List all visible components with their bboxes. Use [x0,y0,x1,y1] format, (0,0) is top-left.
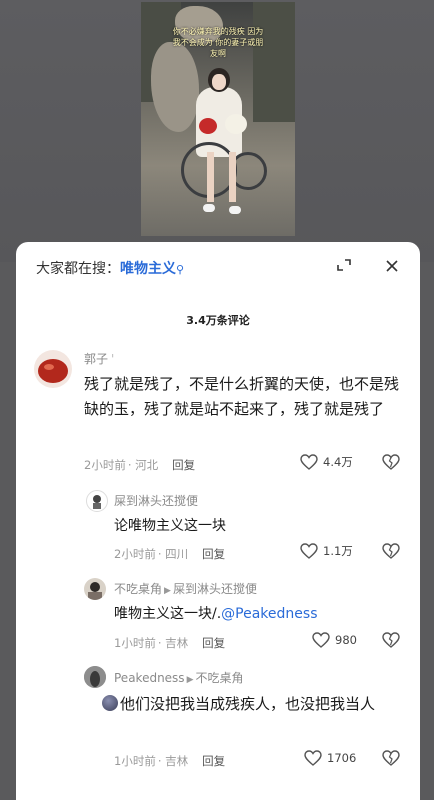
comment-username[interactable]: 郭子 ' [84,350,114,367]
heart-icon [300,454,318,470]
bouquet [199,118,217,134]
broken-heart-icon[interactable] [382,750,400,770]
heart-icon [304,750,322,766]
like-button[interactable]: 1706 [304,750,356,766]
avatar[interactable] [34,350,72,388]
comment-text: 论唯物主义这一块 [114,518,226,534]
like-button[interactable]: 1.1万 [300,543,353,559]
reply-button[interactable]: 回复 [202,547,225,561]
comment-username[interactable]: Peakedness ▶ 不吃桌角 [114,669,244,686]
comment-meta: 1小时前 · 吉林 回复 [114,636,226,650]
reply-button[interactable]: 回复 [202,636,225,650]
comment-meta: 1小时前 · 吉林 回复 [114,754,226,768]
heart-icon [300,543,318,559]
comment-username[interactable]: 屎到淋头还搅便 [114,492,198,509]
comment-meta: 2小时前 · 河北 回复 [84,458,196,472]
broken-heart-icon[interactable] [382,632,400,652]
search-icon: ⚲ [176,263,185,276]
search-suggestion[interactable]: 大家都在搜：唯物主义⚲ [36,258,184,278]
comment-username[interactable]: 不吃桌角 ▶ 屎到淋头还搅便 [114,580,257,597]
comment-count: 3.4万条评论 [186,314,250,327]
video-backdrop[interactable]: 你不必嫌弃我的残疾 因为我不会成为 你的妻子或朋友啊 [0,0,434,262]
heart-icon [312,632,330,648]
comment-meta: 2小时前 · 四川 回复 [114,547,226,561]
video-thumbnail[interactable]: 你不必嫌弃我的残疾 因为我不会成为 你的妻子或朋友啊 [141,2,295,236]
broken-heart-icon[interactable] [382,454,400,474]
search-keyword[interactable]: 唯物主义 [120,261,176,277]
reply-button[interactable]: 回复 [202,754,225,768]
avatar[interactable] [84,666,106,688]
avatar[interactable] [84,578,106,600]
close-icon[interactable] [382,256,402,276]
like-button[interactable]: 980 [312,632,357,648]
reply-button[interactable]: 回复 [172,458,195,472]
broken-heart-icon[interactable] [382,543,400,563]
avatar[interactable] [86,490,108,512]
shrink-icon[interactable] [334,256,354,276]
mention-link[interactable]: @Peakedness [221,606,317,622]
comments-sheet: 大家都在搜：唯物主义⚲ 3.4万条评论 郭子 ' 残了就是残了，不是什么折翼的天使… [16,242,420,800]
comment-text: 残了就是残了，不是什么折翼的天使，也不是残缺的玉，残了就是站不起来了，残了就是残… [84,375,400,418]
emoji-icon [102,695,118,711]
search-prefix: 大家都在搜： [36,261,120,277]
like-button[interactable]: 4.4万 [300,454,353,470]
video-caption: 你不必嫌弃我的残疾 因为我不会成为 你的妻子或朋友啊 [172,27,264,58]
comment-text: 他们没把我当成残疾人，也没把我当人 [102,692,394,717]
comment-text: 唯物主义这一块/.@Peakedness [114,606,318,622]
